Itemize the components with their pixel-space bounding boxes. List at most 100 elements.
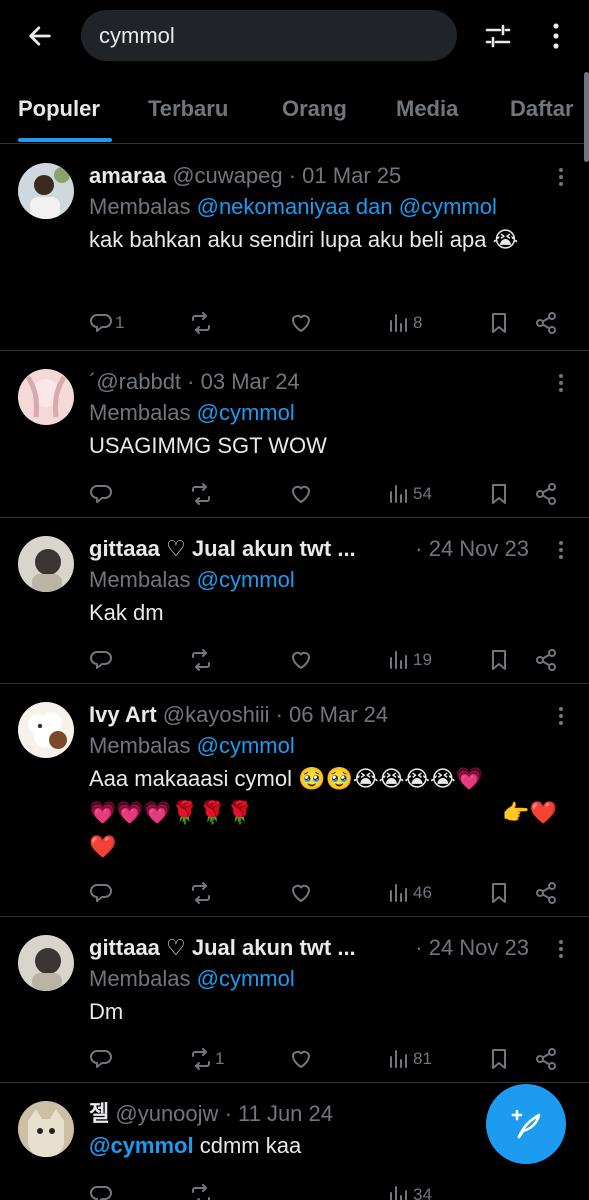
post-actions: 34 — [89, 1180, 571, 1200]
repost-button[interactable] — [189, 645, 213, 675]
more-options-button[interactable] — [540, 18, 572, 54]
views-button[interactable]: 46 — [387, 878, 432, 908]
reply-button[interactable] — [89, 645, 113, 675]
reply-mention[interactable]: @cymmol — [197, 400, 295, 425]
vertical-dots-icon — [553, 23, 559, 49]
share-button[interactable] — [534, 479, 558, 509]
view-count: 81 — [413, 1049, 432, 1068]
views-button[interactable]: 8 — [387, 308, 422, 338]
search-field[interactable] — [81, 10, 457, 61]
author-handle[interactable]: ´@rabbdt — [89, 369, 181, 394]
share-button[interactable] — [534, 308, 558, 338]
like-button[interactable] — [289, 1044, 313, 1074]
author-name[interactable]: gittaaa ♡ Jual akun twt ... — [89, 536, 356, 561]
post-menu-button[interactable] — [551, 371, 571, 395]
bookmark-icon — [492, 313, 506, 333]
tab-populer[interactable]: Populer — [18, 96, 100, 122]
view-count: 46 — [413, 883, 432, 902]
share-button[interactable] — [534, 1044, 558, 1074]
bookmark-button[interactable] — [487, 479, 511, 509]
filter-button[interactable] — [478, 18, 518, 54]
author-name[interactable]: gittaaa ♡ Jual akun twt ... — [89, 935, 356, 960]
avatar[interactable] — [18, 369, 74, 425]
avatar[interactable] — [18, 1101, 74, 1157]
repost-button[interactable] — [189, 308, 215, 338]
reply-button[interactable] — [89, 1180, 113, 1200]
active-tab-indicator — [18, 138, 112, 142]
post-text-line: Aaa makaaasi cymol 🥹🥹😭😭😭😭💗 — [89, 766, 484, 791]
bookmark-button[interactable] — [487, 645, 511, 675]
post-menu-button[interactable] — [551, 937, 571, 961]
repost-button[interactable] — [189, 878, 213, 908]
bookmark-button[interactable] — [487, 878, 511, 908]
post-content: ´@rabbdt · 03 Mar 24 Membalas @cymmol US… — [89, 367, 571, 463]
author-handle[interactable]: @kayoshiii — [163, 702, 270, 727]
share-button[interactable] — [534, 645, 558, 675]
like-button[interactable] — [289, 308, 313, 338]
repost-icon — [192, 1048, 210, 1070]
post-item[interactable]: amaraa @cuwapeg · 01 Mar 25 Membalas @ne… — [0, 145, 589, 351]
post-content: amaraa @cuwapeg · 01 Mar 25 Membalas @ne… — [89, 161, 571, 257]
reply-mention[interactable]: @cymmol — [197, 966, 295, 991]
like-button[interactable] — [289, 878, 313, 908]
reply-button[interactable]: 1 — [89, 308, 124, 338]
avatar[interactable] — [18, 702, 74, 758]
tab-terbaru[interactable]: Terbaru — [148, 96, 228, 122]
comment-icon — [90, 1050, 112, 1068]
reply-button[interactable] — [89, 878, 113, 908]
author-name[interactable]: Ivy Art — [89, 702, 157, 727]
comment-icon — [90, 314, 112, 332]
search-input[interactable] — [99, 22, 429, 49]
share-button[interactable] — [534, 878, 558, 908]
views-button[interactable]: 54 — [387, 479, 432, 509]
reply-button[interactable] — [89, 1044, 113, 1074]
share-icon — [536, 1048, 556, 1070]
views-button[interactable]: 81 — [387, 1044, 432, 1074]
repost-icon — [192, 312, 210, 334]
reply-context: Membalas @cymmol — [89, 963, 571, 995]
post-item[interactable]: gittaaa ♡ Jual akun twt ... · 24 Nov 23 … — [0, 917, 589, 1083]
tab-media[interactable]: Media — [396, 96, 458, 122]
post-item[interactable]: gittaaa ♡ Jual akun twt ... · 24 Nov 23 … — [0, 518, 589, 684]
author-handle[interactable]: @cuwapeg — [172, 163, 282, 188]
author-name[interactable]: 젤 — [89, 1101, 109, 1126]
repost-button[interactable]: 1 — [189, 1044, 224, 1074]
repost-button[interactable] — [189, 479, 213, 509]
post-menu-button[interactable] — [551, 704, 571, 728]
tab-orang[interactable]: Orang — [282, 96, 347, 122]
author-handle[interactable]: @yunoojw — [115, 1101, 218, 1126]
avatar[interactable] — [18, 163, 74, 219]
bookmark-button[interactable] — [487, 1044, 511, 1074]
author-name[interactable]: amaraa — [89, 163, 166, 188]
views-button[interactable]: 34 — [387, 1180, 432, 1200]
reply-prefix: Membalas — [89, 966, 191, 991]
back-button[interactable] — [22, 18, 58, 54]
bookmark-button[interactable] — [487, 308, 511, 338]
bar-chart-icon — [390, 1050, 407, 1068]
tab-daftar[interactable]: Daftar — [510, 96, 574, 122]
avatar[interactable] — [18, 536, 74, 592]
views-button[interactable]: 19 — [387, 645, 432, 675]
vertical-dots-icon — [559, 940, 563, 958]
post-menu-button[interactable] — [551, 538, 571, 562]
post-mention[interactable]: @cymmol — [89, 1133, 194, 1158]
post-date: · 01 Mar 25 — [288, 163, 402, 188]
reply-mention[interactable]: @cymmol — [197, 733, 295, 758]
post-item[interactable]: Ivy Art @kayoshiii · 06 Mar 24 Membalas … — [0, 684, 589, 917]
repost-button[interactable] — [189, 1180, 213, 1200]
bar-chart-icon — [390, 485, 407, 503]
post-content: gittaaa ♡ Jual akun twt ... · 24 Nov 23 … — [89, 534, 571, 630]
reply-context: Membalas @cymmol — [89, 730, 571, 762]
like-button[interactable] — [289, 645, 313, 675]
avatar[interactable] — [18, 935, 74, 991]
reply-mention[interactable]: @cymmol — [197, 567, 295, 592]
post-actions: 1 8 — [89, 308, 571, 338]
reply-prefix: Membalas — [89, 733, 191, 758]
compose-button[interactable] — [486, 1084, 566, 1164]
reply-button[interactable] — [89, 479, 113, 509]
post-actions: 1 81 — [89, 1044, 571, 1074]
post-item[interactable]: ´@rabbdt · 03 Mar 24 Membalas @cymmol US… — [0, 351, 589, 518]
reply-mention[interactable]: @nekomaniyaa dan @cymmol — [197, 194, 497, 219]
post-menu-button[interactable] — [551, 165, 571, 189]
like-button[interactable] — [289, 479, 313, 509]
